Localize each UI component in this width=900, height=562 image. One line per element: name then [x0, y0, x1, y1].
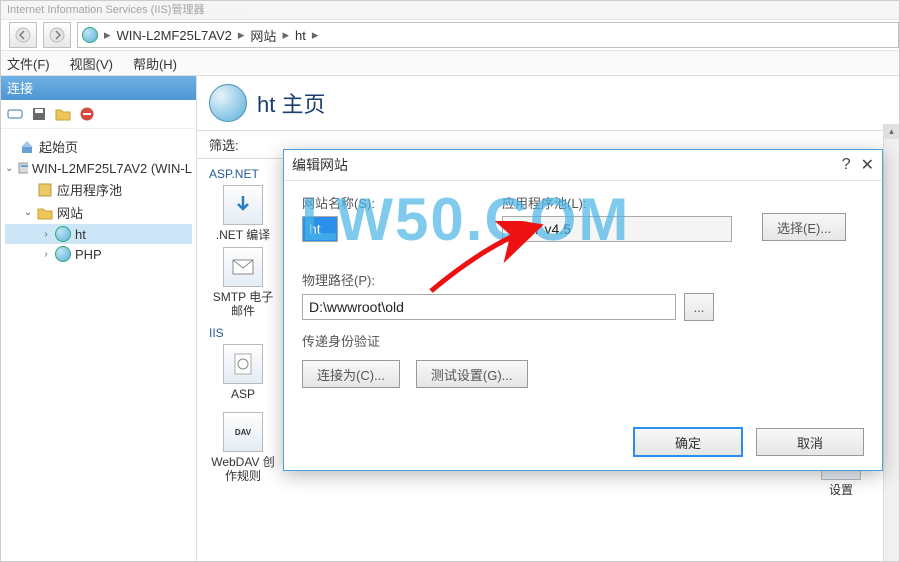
- connections-tree: 起始页 ⌄WIN-L2MF25L7AV2 (WIN-L 应用程序池 ⌄网站 ›h…: [1, 129, 196, 270]
- tree-sites[interactable]: ⌄网站: [5, 201, 192, 224]
- icon-label: .NET 编译: [216, 229, 270, 243]
- connections-toolbar: [1, 100, 196, 129]
- physical-path-value: D:\wwwroot\old: [309, 299, 404, 315]
- dialog-body: 网站名称(S): ht 应用程序池(L): .NET v4.5 选择(E)...…: [284, 181, 882, 400]
- crumb-sites[interactable]: 网站: [250, 26, 276, 45]
- cancel-button[interactable]: 取消: [756, 428, 864, 456]
- crumb-server[interactable]: WIN-L2MF25L7AV2: [117, 28, 232, 43]
- page-title-text: ht 主页: [257, 87, 325, 119]
- tree-start-page-label: 起始页: [39, 137, 78, 156]
- crumb-sep-icon: ▸: [104, 27, 111, 43]
- dialog-close-button[interactable]: ✕: [861, 155, 874, 175]
- window-title-text: Internet Information Services (IIS)管理器: [7, 1, 204, 17]
- tree-server-label: WIN-L2MF25L7AV2 (WIN-L: [32, 161, 192, 176]
- folder-icon[interactable]: [55, 106, 71, 122]
- tree-site-ht-label: ht: [75, 227, 86, 242]
- server-icon: [17, 160, 27, 176]
- tree-sites-label: 网站: [57, 203, 83, 222]
- dialog-help-button[interactable]: ?: [842, 156, 851, 174]
- edit-site-dialog: 编辑网站 ? ✕ 网站名称(S): ht 应用程序池(L): .NET v4.5: [283, 149, 883, 471]
- icon-webdav[interactable]: DAVWebDAV 创作规则: [207, 412, 279, 484]
- passthrough-auth-label: 传递身份验证: [302, 331, 864, 350]
- icon-label: ASP: [231, 388, 255, 402]
- stop-icon[interactable]: [79, 106, 95, 122]
- connections-header: 连接: [1, 76, 196, 100]
- filter-label: 筛选:: [209, 135, 239, 154]
- tree-app-pools[interactable]: 应用程序池: [5, 178, 192, 201]
- icon-net-compile[interactable]: .NET 编译: [207, 185, 279, 243]
- home-icon: [19, 139, 35, 155]
- download-icon: [230, 192, 256, 218]
- tree-server[interactable]: ⌄WIN-L2MF25L7AV2 (WIN-L: [5, 158, 192, 178]
- physical-path-label: 物理路径(P):: [302, 270, 732, 289]
- folder-open-icon: [37, 205, 53, 221]
- tree-site-php-label: PHP: [75, 247, 102, 262]
- site-name-label: 网站名称(S):: [302, 193, 472, 212]
- app-pool-label: 应用程序池(L):: [502, 193, 732, 212]
- crumb-sep-icon: ▸: [312, 27, 319, 43]
- icon-label: WebDAV 创作规则: [207, 456, 279, 484]
- tree-app-pools-label: 应用程序池: [57, 180, 122, 199]
- icon-smtp[interactable]: SMTP 电子邮件: [207, 247, 279, 319]
- page-title-row: ht 主页: [197, 76, 899, 130]
- globe-icon: [55, 246, 71, 262]
- site-home-icon: [209, 84, 247, 122]
- icon-label: SMTP 电子邮件: [207, 291, 279, 319]
- iis-manager-window: Internet Information Services (IIS)管理器 ▸…: [0, 0, 900, 562]
- dialog-title-text: 编辑网站: [292, 155, 348, 175]
- arrow-left-icon: [15, 27, 31, 43]
- globe-icon: [55, 226, 71, 242]
- app-pool-input: .NET v4.5: [502, 216, 732, 242]
- link-icon[interactable]: [7, 106, 23, 122]
- crumb-ht[interactable]: ht: [295, 28, 306, 43]
- site-icon: [82, 27, 98, 43]
- tree-start-page[interactable]: 起始页: [5, 135, 192, 158]
- browse-path-button[interactable]: ...: [684, 293, 714, 321]
- gear-document-icon: [231, 352, 255, 376]
- crumb-sep-icon: ▸: [282, 27, 289, 43]
- select-app-pool-button[interactable]: 选择(E)...: [762, 213, 846, 241]
- dialog-footer: 确定 取消: [634, 428, 864, 456]
- ok-button[interactable]: 确定: [634, 428, 742, 456]
- test-settings-button[interactable]: 测试设置(G)...: [416, 360, 528, 388]
- menu-help[interactable]: 帮助(H): [133, 54, 177, 73]
- tree-site-php[interactable]: ›PHP: [5, 244, 192, 264]
- connect-as-button[interactable]: 连接为(C)...: [302, 360, 400, 388]
- physical-path-input[interactable]: D:\wwwroot\old: [302, 294, 676, 320]
- tree-site-ht[interactable]: ›ht: [5, 224, 192, 244]
- menu-bar: 文件(F) 视图(V) 帮助(H): [1, 51, 899, 76]
- dialog-titlebar: 编辑网站 ? ✕: [284, 150, 882, 181]
- window-titlebar: Internet Information Services (IIS)管理器: [1, 1, 899, 19]
- menu-view[interactable]: 视图(V): [70, 54, 113, 73]
- content-scrollbar[interactable]: ▴: [883, 124, 899, 562]
- breadcrumb-bar[interactable]: ▸ WIN-L2MF25L7AV2 ▸ 网站 ▸ ht ▸: [77, 22, 899, 48]
- crumb-sep-icon: ▸: [238, 27, 245, 43]
- arrow-right-icon: [49, 27, 65, 43]
- app-pool-value: .NET v4.5: [509, 221, 571, 237]
- connections-panel: 连接 起始页 ⌄WIN-L2MF25L7AV2 (WIN-L 应用程序池 ⌄网站…: [1, 76, 197, 562]
- back-button[interactable]: [9, 22, 37, 48]
- menu-file[interactable]: 文件(F): [7, 54, 50, 73]
- save-icon[interactable]: [31, 106, 47, 122]
- icon-asp[interactable]: ASP: [207, 344, 279, 402]
- forward-button[interactable]: [43, 22, 71, 48]
- scroll-up-icon[interactable]: ▴: [884, 124, 899, 139]
- address-bar: ▸ WIN-L2MF25L7AV2 ▸ 网站 ▸ ht ▸: [1, 19, 899, 51]
- icon-label: 设置: [829, 484, 853, 498]
- site-name-input[interactable]: ht: [302, 216, 338, 242]
- app-pool-icon: [37, 182, 53, 198]
- mail-icon: [231, 255, 255, 279]
- site-name-value: ht: [309, 221, 321, 237]
